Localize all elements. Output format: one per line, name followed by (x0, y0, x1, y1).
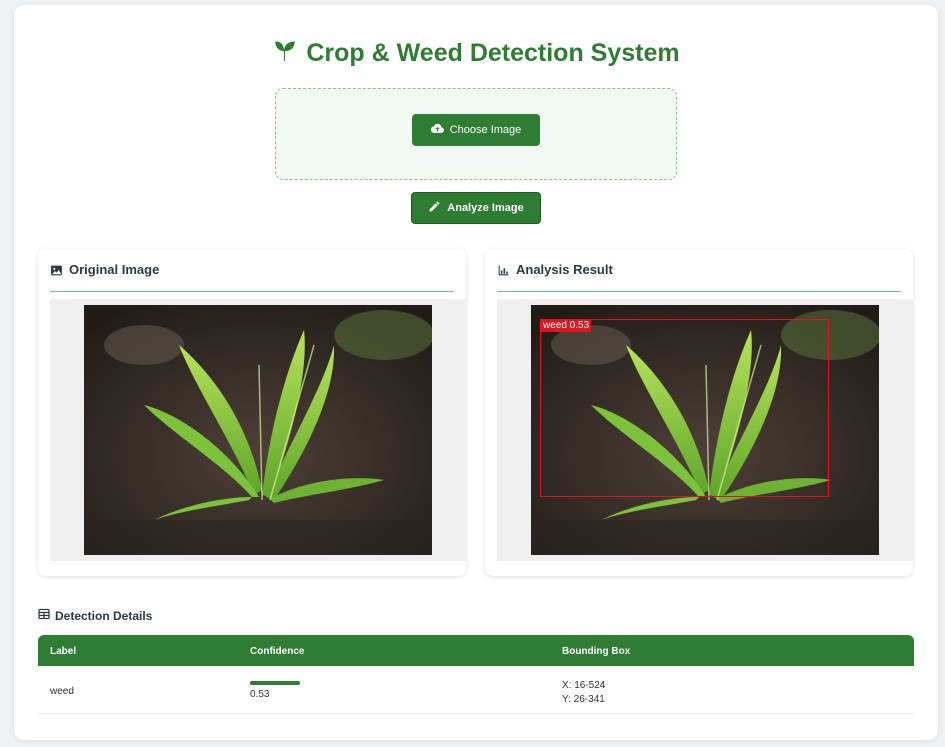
original-image-title: Original Image (69, 262, 160, 277)
bbox-y-range: Y: 26-341 (562, 694, 605, 705)
image-icon (50, 262, 63, 280)
detection-box-label: weed 0.53 (541, 320, 592, 332)
column-header-confidence: Confidence (250, 646, 305, 657)
main-card: Crop & Weed Detection System Choose Imag… (14, 5, 938, 740)
analysis-result-header: Analysis Result (497, 262, 901, 292)
analyze-image-button[interactable]: Analyze Image (411, 192, 541, 224)
page-title: Crop & Weed Detection System (14, 37, 938, 70)
seedling-icon (272, 37, 298, 70)
column-header-bounding-box: Bounding Box (562, 646, 631, 657)
confidence-value: 0.53 (250, 689, 270, 700)
choose-image-button[interactable]: Choose Image (412, 114, 540, 146)
cloud-upload-icon (430, 122, 444, 138)
detection-table: Label Confidence Bounding Box weed 0.53 … (38, 635, 914, 714)
row-bounding-box: X: 16-524 Y: 26-341 (562, 679, 605, 707)
row-confidence: 0.53 (250, 681, 300, 700)
bbox-x-range: X: 16-524 (562, 680, 606, 691)
result-photo: weed 0.53 (531, 305, 879, 555)
analyze-image-label: Analyze Image (447, 202, 524, 214)
bar-chart-icon (497, 262, 510, 280)
original-image-header: Original Image (50, 262, 454, 292)
pencil-icon (428, 200, 441, 216)
table-row: weed 0.53 X: 16-524 Y: 26-341 (38, 666, 914, 714)
column-header-label: Label (50, 646, 77, 657)
detection-details-heading: Detection Details (38, 608, 152, 623)
analysis-result-panel: Analysis Result weed 0.53 (485, 249, 913, 576)
choose-image-label: Choose Image (449, 124, 522, 136)
detection-details-title: Detection Details (55, 608, 153, 623)
original-image-container (50, 299, 466, 561)
row-label: weed (50, 686, 74, 697)
table-header: Label Confidence Bounding Box (38, 635, 914, 666)
original-photo (84, 305, 432, 555)
table-icon (38, 608, 50, 623)
analysis-result-title: Analysis Result (516, 262, 613, 277)
result-image-container: weed 0.53 (497, 299, 913, 561)
confidence-bar (250, 681, 300, 685)
page-title-text: Crop & Weed Detection System (306, 39, 680, 67)
original-image-panel: Original Image (38, 249, 466, 576)
detection-bounding-box: weed 0.53 (540, 319, 829, 497)
